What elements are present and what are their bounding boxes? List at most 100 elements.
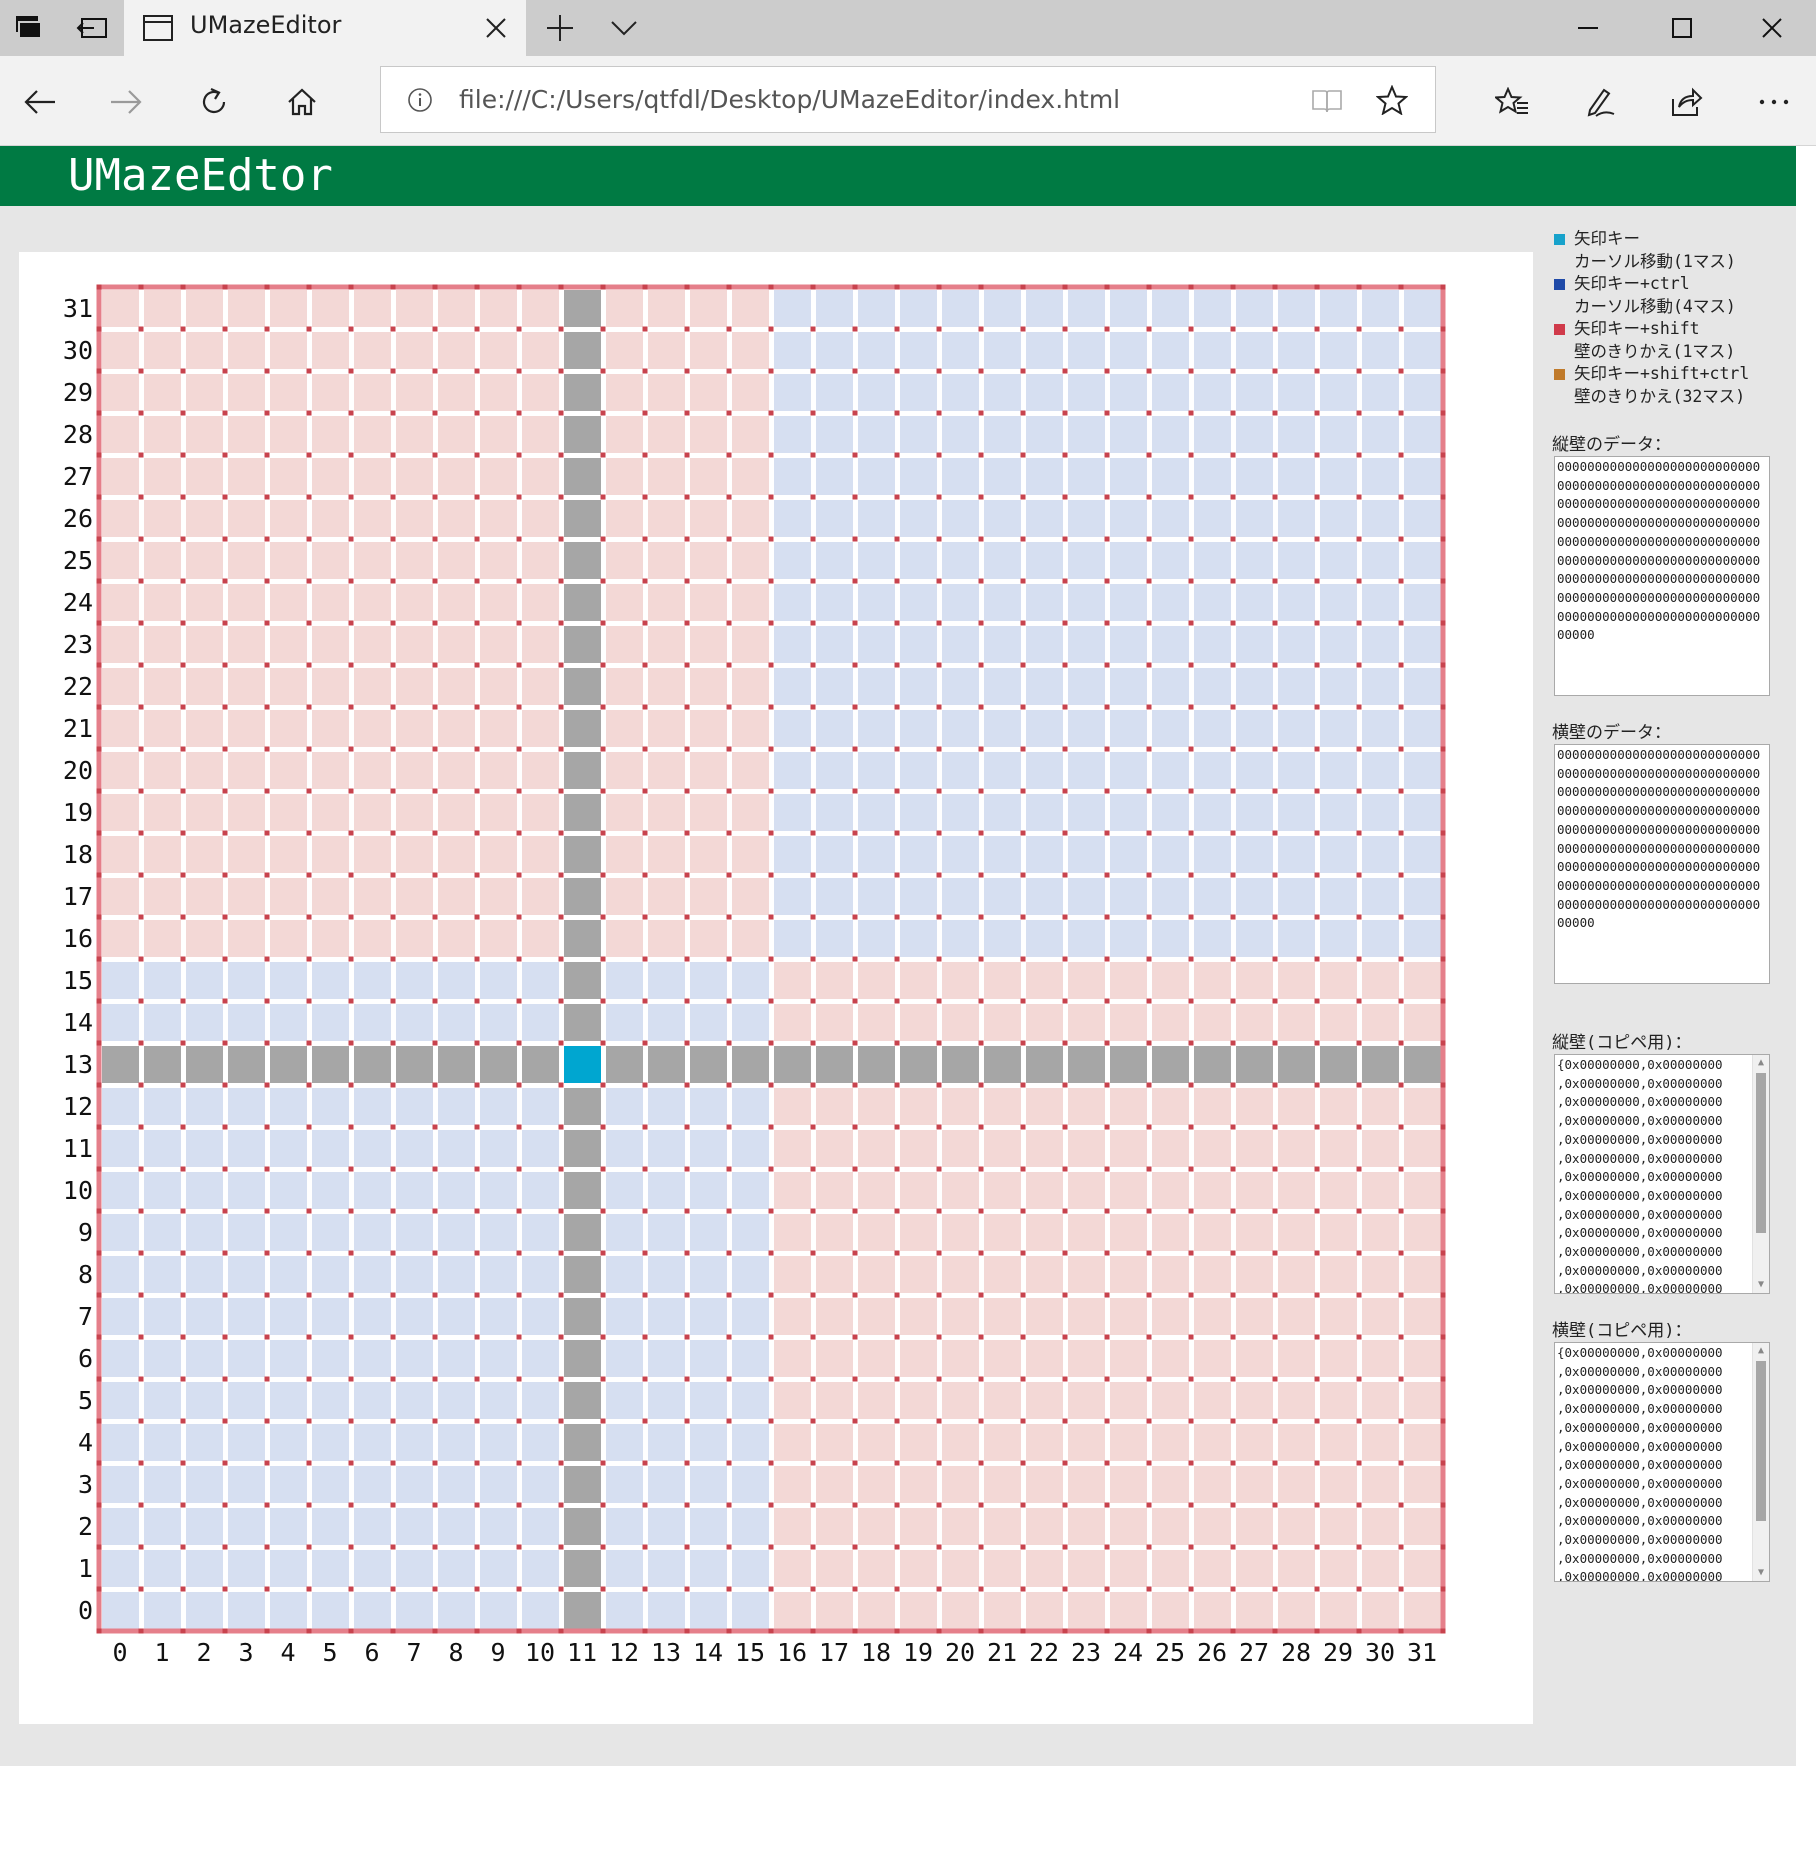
maze-cell[interactable] [984,542,1021,579]
maze-cell[interactable] [1404,1466,1441,1503]
maze-cell[interactable] [1320,920,1357,957]
maze-cell[interactable] [1110,1046,1147,1083]
maze-cell[interactable] [1152,542,1189,579]
maze-cell[interactable] [270,290,307,327]
maze-cell[interactable] [690,584,727,621]
maze-cell[interactable] [1362,1088,1399,1125]
maze-cell[interactable] [984,1424,1021,1461]
maze-cell[interactable] [564,794,601,831]
maze-cell[interactable] [396,1298,433,1335]
maze-cell[interactable] [438,542,475,579]
maze-cell[interactable] [648,1046,685,1083]
maze-cell[interactable] [186,920,223,957]
maze-cell[interactable] [690,794,727,831]
maze-cell[interactable] [1194,1382,1231,1419]
maze-cell[interactable] [648,668,685,705]
maze-cell[interactable] [1320,458,1357,495]
maze-cell[interactable] [1236,752,1273,789]
maze-cell[interactable] [522,332,559,369]
maze-cell[interactable] [900,668,937,705]
maze-cell[interactable] [858,1298,895,1335]
maze-cell[interactable] [270,1340,307,1377]
maze-cell[interactable] [816,332,853,369]
maze-cell[interactable] [606,1088,643,1125]
maze-cell[interactable] [984,1550,1021,1587]
maze-cell[interactable] [816,836,853,873]
maze-cell[interactable] [900,584,937,621]
maze-cell[interactable] [942,710,979,747]
maze-cell[interactable] [1026,1046,1063,1083]
maze-cell[interactable] [144,626,181,663]
maze-cell[interactable] [438,458,475,495]
maze-cell[interactable] [438,794,475,831]
maze-cell[interactable] [858,1256,895,1293]
maze-cell[interactable] [900,500,937,537]
maze-cell[interactable] [1068,458,1105,495]
maze-cell[interactable] [144,752,181,789]
maze-cell[interactable] [1110,1550,1147,1587]
maze-cell[interactable] [858,1214,895,1251]
maze-cell[interactable] [144,836,181,873]
maze-cell[interactable] [1026,1004,1063,1041]
maze-cell[interactable] [354,1172,391,1209]
maze-cell[interactable] [606,1046,643,1083]
maze-cell[interactable] [522,500,559,537]
maze-cell[interactable] [312,584,349,621]
maze-cell[interactable] [228,1298,265,1335]
maze-cell[interactable] [1068,290,1105,327]
maze-cell[interactable] [1068,1130,1105,1167]
maze-cell[interactable] [816,962,853,999]
maze-cell[interactable] [900,1340,937,1377]
maze-cell[interactable] [354,920,391,957]
maze-cell[interactable] [648,500,685,537]
maze-cell[interactable] [438,1298,475,1335]
maze-cell[interactable] [816,1592,853,1629]
maze-cell[interactable] [354,836,391,873]
maze-cell[interactable] [396,584,433,621]
maze-cell[interactable] [480,668,517,705]
maze-cell[interactable] [732,962,769,999]
maze-cell[interactable] [1404,920,1441,957]
maze-cell[interactable] [564,626,601,663]
maze-cell[interactable] [1026,1298,1063,1335]
maze-cell[interactable] [270,1088,307,1125]
maze-cell[interactable] [1236,920,1273,957]
maze-cell[interactable] [900,1214,937,1251]
maze-cell[interactable] [732,290,769,327]
maze-cell[interactable] [270,1130,307,1167]
maze-cell[interactable] [1320,1298,1357,1335]
maze-cell[interactable] [774,1172,811,1209]
maze-cell[interactable] [354,668,391,705]
maze-cell[interactable] [396,878,433,915]
maze-cell[interactable] [144,332,181,369]
maze-cell[interactable] [1194,1214,1231,1251]
maze-cell[interactable] [438,878,475,915]
maze-cell[interactable] [1404,836,1441,873]
maze-cell[interactable] [1194,1466,1231,1503]
maze-cell[interactable] [1320,836,1357,873]
maze-cell[interactable] [186,668,223,705]
maze-cell[interactable] [1236,1340,1273,1377]
maze-cell[interactable] [690,1298,727,1335]
maze-cell[interactable] [1362,1130,1399,1167]
maze-cell[interactable] [690,374,727,411]
maze-cell[interactable] [1404,1256,1441,1293]
maze-cell[interactable] [144,1424,181,1461]
maze-cell[interactable] [858,374,895,411]
maze-cell[interactable] [270,920,307,957]
maze-cell[interactable] [858,1046,895,1083]
maze-cell[interactable] [1068,794,1105,831]
maze-cell[interactable] [438,1592,475,1629]
maze-cell[interactable] [522,836,559,873]
maze-cell[interactable] [564,1382,601,1419]
maze-cell[interactable] [522,668,559,705]
maze-cell[interactable] [1068,1466,1105,1503]
maze-cell[interactable] [1404,794,1441,831]
maze-cell[interactable] [690,1466,727,1503]
maze-cell[interactable] [1362,1340,1399,1377]
maze-cell[interactable] [1320,584,1357,621]
maze-cell[interactable] [732,1508,769,1545]
maze-cell[interactable] [690,542,727,579]
maze-cell[interactable] [858,1382,895,1419]
favorites-hub-icon[interactable] [1490,80,1534,124]
